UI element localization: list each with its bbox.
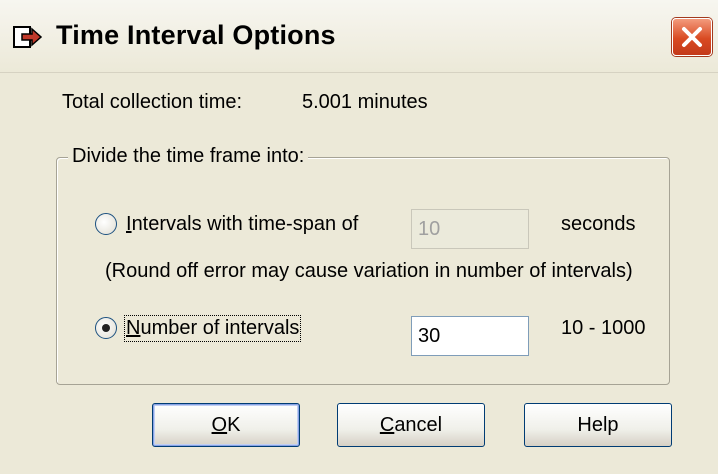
radio-number-of-intervals[interactable] <box>95 317 117 339</box>
radio-number-of-intervals-label[interactable]: Number of intervals <box>123 315 302 342</box>
timespan-seconds-input[interactable] <box>411 209 529 249</box>
round-off-note: (Round off error may cause variation in … <box>105 260 633 282</box>
radio-timespan[interactable] <box>95 213 117 235</box>
help-button[interactable]: Help <box>524 403 672 447</box>
label-rest: ntervals with time-span of <box>131 213 359 235</box>
total-collection-time-label: Total collection time: <box>62 91 243 113</box>
mnemonic-o: O <box>211 414 228 436</box>
close-button[interactable] <box>672 18 712 56</box>
ok-rest: K <box>227 414 241 436</box>
number-of-intervals-input[interactable] <box>411 316 529 356</box>
arrow-into-box-icon <box>13 26 42 48</box>
window-title: Time Interval Options <box>56 20 336 50</box>
cancel-rest: ancel <box>394 414 443 436</box>
mnemonic-c: C <box>379 414 395 436</box>
label-rest: umber of intervals <box>140 317 300 339</box>
close-x-icon <box>682 27 702 47</box>
mnemonic-n: N <box>126 317 141 339</box>
group-legend: Divide the time frame into: <box>68 145 309 168</box>
radio-timespan-label[interactable]: Intervals with time-span of <box>126 213 358 236</box>
title-bar: Time Interval Options <box>0 0 718 73</box>
intervals-range-label: 10 - 1000 <box>561 317 646 339</box>
seconds-unit-label: seconds <box>561 213 636 235</box>
radio-selected-dot <box>102 324 110 332</box>
total-collection-time-value: 5.001 minutes <box>302 91 428 113</box>
cancel-button[interactable]: Cancel <box>337 403 485 447</box>
ok-button[interactable]: OK <box>152 403 300 447</box>
